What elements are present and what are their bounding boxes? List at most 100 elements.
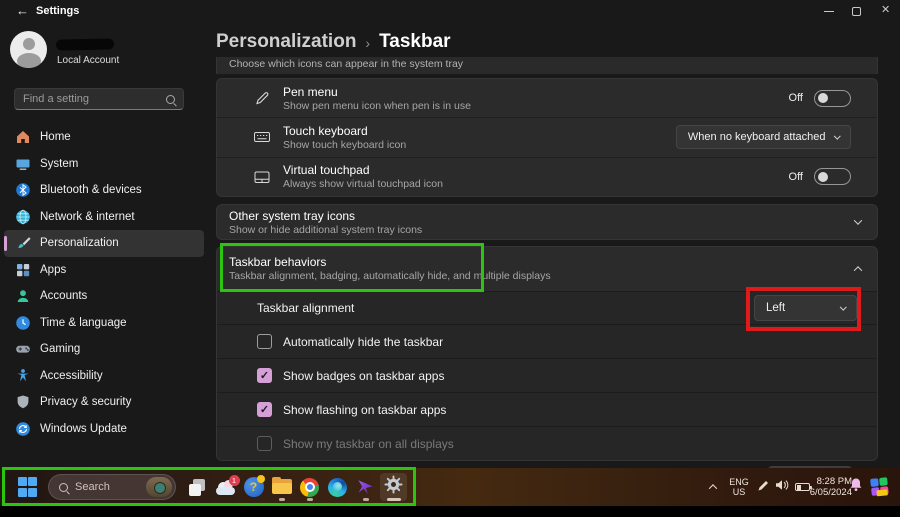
keyboard-icon: [253, 128, 271, 146]
other-system-tray-icons-card[interactable]: Other system tray icons Show or hide add…: [216, 204, 878, 240]
home-icon: [15, 129, 31, 145]
sidebar-item-personalization[interactable]: Personalization: [4, 230, 204, 257]
account-type-label: Local Account: [57, 55, 119, 66]
breadcrumb-personalization[interactable]: Personalization: [216, 31, 356, 53]
help-icon: ?: [244, 477, 264, 497]
settings-app-button[interactable]: [380, 473, 407, 501]
touchpad-icon: [253, 168, 271, 186]
taskbar-all-displays-row: Show my taskbar on all displays: [217, 426, 877, 460]
app-title: Settings: [36, 5, 79, 17]
bell-icon: [849, 477, 863, 497]
language-indicator[interactable]: ENG US: [726, 468, 752, 506]
notification-bell-button[interactable]: [846, 468, 866, 506]
close-button[interactable]: ✕: [881, 3, 890, 16]
start-button[interactable]: [14, 473, 41, 501]
taskbar-alignment-label: Taskbar alignment: [257, 301, 354, 315]
show-flashing-row: Show flashing on taskbar apps: [217, 392, 877, 426]
pen-menu-toggle[interactable]: Off: [789, 90, 851, 107]
breadcrumb-separator: ›: [365, 33, 370, 51]
gear-icon: [384, 475, 403, 499]
touch-keyboard-dropdown[interactable]: When no keyboard attached: [676, 125, 851, 149]
widgets-weather-button[interactable]: 1: [212, 473, 239, 501]
checkbox-show-flashing[interactable]: [257, 402, 272, 417]
sidebar-item-accounts[interactable]: Accounts: [4, 283, 204, 310]
accessibility-icon: [15, 368, 31, 384]
taskbar-alignment-dropdown[interactable]: Left: [754, 295, 857, 321]
taskbar-alignment-row: Taskbar alignment Left: [217, 291, 877, 325]
system-tray-header-partial: Choose which icons can appear in the sys…: [216, 57, 878, 74]
pen-menu-title: Pen menu: [283, 85, 471, 99]
other-tray-title: Other system tray icons: [229, 209, 422, 223]
maximize-button[interactable]: [852, 7, 861, 16]
chevron-up-icon: [709, 484, 717, 492]
checkbox-auto-hide[interactable]: [257, 334, 272, 349]
show-badges-row: Show badges on taskbar apps: [217, 358, 877, 392]
checkbox-show-badges[interactable]: [257, 368, 272, 383]
pen-icon: [757, 478, 771, 497]
avatar[interactable]: [10, 31, 47, 68]
accounts-icon: [15, 288, 31, 304]
back-arrow-icon[interactable]: ←: [16, 3, 29, 18]
colorful-app-icon: [870, 477, 890, 497]
chevron-down-icon[interactable]: [854, 216, 862, 224]
gaming-icon: [15, 341, 31, 357]
pen-tray-button[interactable]: [755, 468, 773, 506]
edge-button[interactable]: [324, 473, 351, 501]
settings-window: ← Settings ✕ Local Account Home System B…: [0, 0, 900, 517]
task-view-icon: [189, 479, 206, 496]
behaviors-subtitle: Taskbar alignment, badging, automaticall…: [229, 270, 551, 282]
sidebar-item-system[interactable]: System: [4, 151, 204, 178]
settings-search[interactable]: [14, 88, 184, 110]
virtual-touchpad-toggle[interactable]: Off: [789, 168, 851, 185]
sidebar-item-gaming[interactable]: Gaming: [4, 336, 204, 363]
sidebar-nav: Home System Bluetooth & devices Network …: [4, 124, 204, 442]
pen-menu-subtitle: Show pen menu icon when pen is in use: [283, 100, 471, 112]
colorful-app-tray-button[interactable]: [866, 473, 893, 501]
sidebar-item-home[interactable]: Home: [4, 124, 204, 151]
taskbar-behaviors-header[interactable]: Taskbar behaviors Taskbar alignment, bad…: [217, 247, 877, 291]
purple-app-button[interactable]: [352, 473, 379, 501]
sidebar-item-apps[interactable]: Apps: [4, 257, 204, 284]
apps-icon: [15, 262, 31, 278]
running-indicator: [279, 498, 285, 501]
other-tray-subtitle: Show or hide additional system tray icon…: [229, 224, 422, 236]
task-view-button[interactable]: [184, 473, 211, 501]
dropdown-value: Left: [766, 302, 785, 314]
sidebar-item-accessibility[interactable]: Accessibility: [4, 363, 204, 390]
titlebar: ← Settings ✕: [0, 0, 900, 24]
file-explorer-button[interactable]: [268, 473, 295, 501]
checkbox-all-displays-disabled: [257, 436, 272, 451]
network-icon: [15, 209, 31, 225]
system-icon: [15, 156, 31, 172]
toggle-state-label: Off: [789, 92, 803, 104]
clock[interactable]: 8:28 PM 6/05/2024: [800, 468, 852, 506]
tray-overflow-button[interactable]: [705, 468, 721, 506]
avatar-person-icon: [23, 38, 35, 50]
minimize-button[interactable]: [824, 11, 834, 12]
dropdown-value: When no keyboard attached: [688, 131, 826, 143]
search-input[interactable]: [23, 93, 166, 105]
avatar-person-icon: [17, 53, 41, 68]
running-indicator: [307, 498, 313, 501]
sidebar-item-network-internet[interactable]: Network & internet: [4, 204, 204, 231]
chrome-button[interactable]: [296, 473, 323, 501]
bluetooth-icon: [15, 182, 31, 198]
volume-button[interactable]: [772, 468, 792, 506]
chevron-up-icon[interactable]: [854, 266, 862, 274]
sidebar-item-windows-update[interactable]: Windows Update: [4, 416, 204, 443]
speaker-icon: [775, 478, 790, 497]
toggle-switch-off[interactable]: [814, 168, 851, 185]
bing-daily-image-thumbnail[interactable]: [146, 477, 172, 497]
personalization-icon: [15, 235, 31, 251]
toggle-switch-off[interactable]: [814, 90, 851, 107]
get-help-app-button[interactable]: ?: [240, 473, 267, 501]
virtual-touchpad-subtitle: Always show virtual touchpad icon: [283, 178, 443, 190]
sidebar-item-time-language[interactable]: Time & language: [4, 310, 204, 337]
sidebar-item-privacy-security[interactable]: Privacy & security: [4, 389, 204, 416]
windows-logo-icon: [18, 477, 38, 497]
sidebar-item-bluetooth-devices[interactable]: Bluetooth & devices: [4, 177, 204, 204]
system-tray-icons-card: Pen menu Show pen menu icon when pen is …: [216, 78, 878, 197]
virtual-touchpad-row: Virtual touchpad Always show virtual tou…: [217, 157, 877, 196]
chevron-down-icon: [840, 303, 846, 309]
taskbar-search-box[interactable]: Search: [48, 474, 176, 500]
